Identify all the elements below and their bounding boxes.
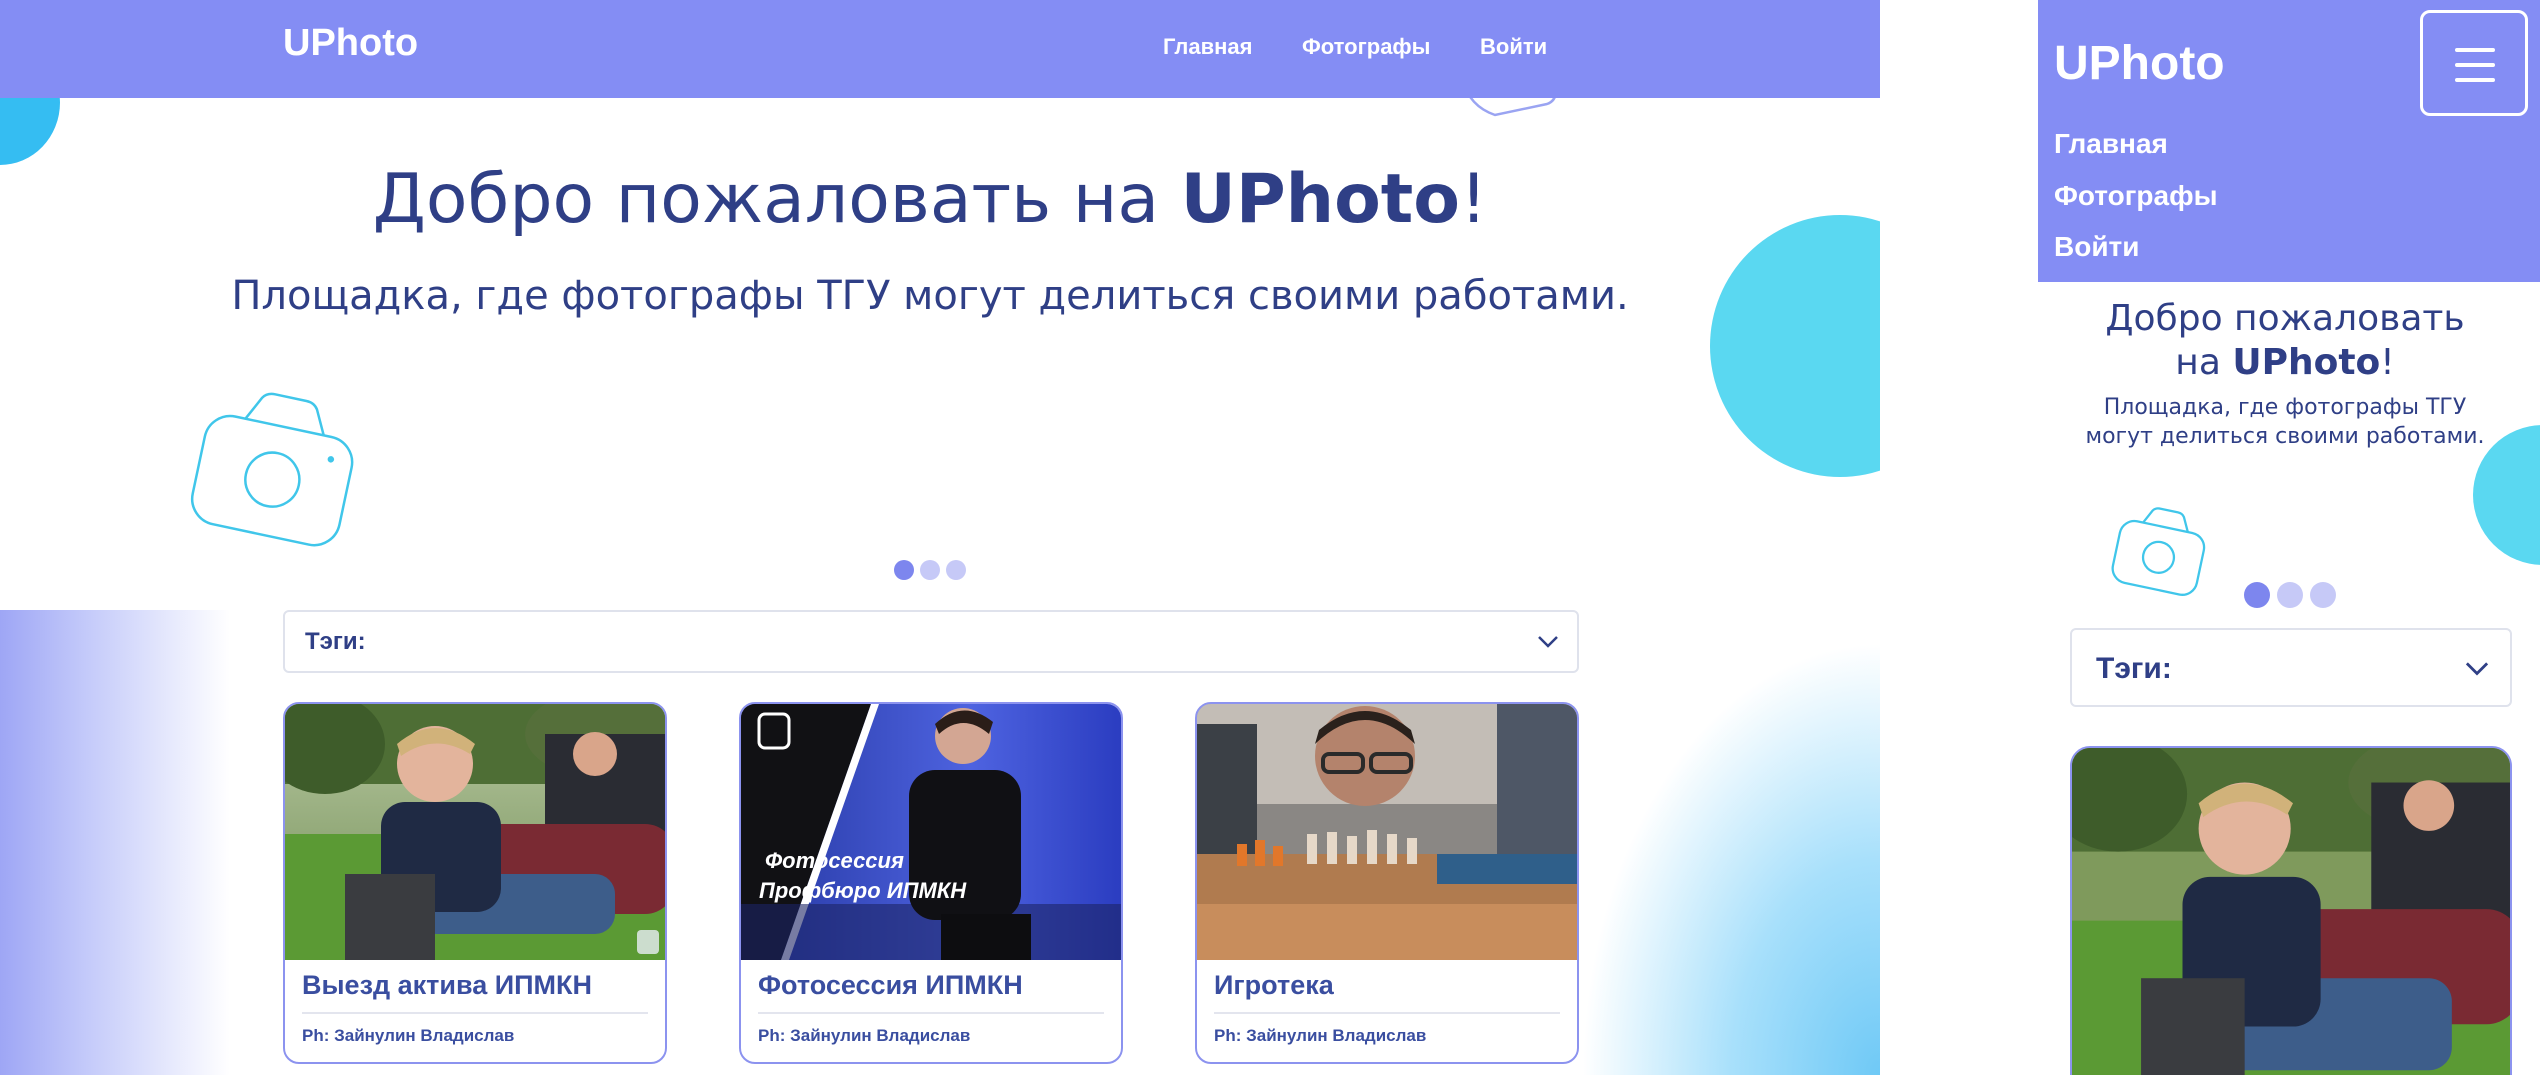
card-divider xyxy=(302,1012,648,1014)
album-photo-outdoor-group xyxy=(2072,748,2510,1075)
card-divider xyxy=(1214,1012,1560,1014)
hero-title: Добро пожаловать на UPhoto! xyxy=(2105,298,2465,383)
carousel-dot-2[interactable] xyxy=(920,560,940,580)
camera-outline-icon xyxy=(190,392,354,547)
card-title[interactable]: Выезд актива ИПМКН xyxy=(302,970,592,1001)
desktop-view: UPhoto Главная Фотографы Войти Добро пож… xyxy=(0,0,1880,1075)
nav-link-login[interactable]: Войти xyxy=(2054,231,2139,263)
nav-link-photographers[interactable]: Фотографы xyxy=(2054,180,2218,212)
chevron-down-icon xyxy=(2465,662,2489,676)
tags-label: Тэги: xyxy=(305,628,366,655)
card-credit: Ph: Зайнулин Владислав xyxy=(1214,1026,1427,1045)
album-card[interactable] xyxy=(2070,746,2512,1075)
mobile-view: UPhoto Главная Фотографы Войти Добро пож… xyxy=(2038,0,2540,1075)
brand-logo[interactable]: UPhoto xyxy=(2054,36,2225,91)
carousel-dot-3[interactable] xyxy=(2310,582,2336,608)
album-photo-studio-portrait: Фотосессия Профбюро ИПМКН xyxy=(741,704,1121,960)
mobile-navbar: UPhoto Главная Фотографы Войти xyxy=(2038,0,2540,282)
card-title[interactable]: Игротека xyxy=(1214,970,1334,1001)
hero-title: Добро пожаловать на UPhoto! xyxy=(372,160,1488,239)
hero-subtitle: Площадка, где фотографы ТГУ могут делить… xyxy=(231,273,1629,319)
brand-logo[interactable]: UPhoto xyxy=(283,22,418,65)
card-credit: Ph: Зайнулин Владислав xyxy=(302,1026,515,1045)
card-title[interactable]: Фотосессия ИПМКН xyxy=(758,970,1023,1001)
carousel-dot-3[interactable] xyxy=(946,560,966,580)
tags-dropdown[interactable]: Тэги: xyxy=(2070,628,2512,707)
album-photo-board-game xyxy=(1197,704,1577,960)
hamburger-menu-button[interactable] xyxy=(2420,10,2528,116)
hero-title-brand: UPhoto xyxy=(1180,160,1461,239)
hamburger-menu-icon xyxy=(2455,78,2495,82)
carousel-indicators xyxy=(2244,582,2336,608)
gradient-glow-right xyxy=(1580,640,1880,1075)
hero-subtitle: Площадка, где фотографы ТГУ могут делить… xyxy=(2085,395,2485,449)
album-card[interactable]: Игротека Ph: Зайнулин Владислав xyxy=(1195,702,1579,1064)
overlay-text-line1: Фотосессия xyxy=(765,848,904,873)
nav-link-photographers[interactable]: Фотографы xyxy=(1302,34,1430,60)
carousel-dot-1[interactable] xyxy=(894,560,914,580)
decor-circle-right xyxy=(1710,215,1880,477)
card-divider xyxy=(758,1012,1104,1014)
nav-link-login[interactable]: Войти xyxy=(1480,34,1547,60)
card-credit: Ph: Зайнулин Владислав xyxy=(758,1026,971,1045)
carousel-dot-2[interactable] xyxy=(2277,582,2303,608)
album-photo-outdoor-group xyxy=(285,704,665,960)
carousel-indicators xyxy=(894,560,966,580)
tags-dropdown[interactable]: Тэги: xyxy=(283,610,1579,673)
album-card[interactable]: Фотосессия Профбюро ИПМКН Фотосессия ИПМ… xyxy=(739,702,1123,1064)
hamburger-menu-icon xyxy=(2455,63,2495,67)
hamburger-menu-icon xyxy=(2455,48,2495,52)
camera-outline-icon xyxy=(2111,507,2206,596)
chevron-down-icon xyxy=(1538,636,1558,648)
nav-link-home[interactable]: Главная xyxy=(2054,128,2168,160)
overlay-text-line2: Профбюро ИПМКН xyxy=(759,878,967,903)
album-card[interactable]: Выезд актива ИПМКН Ph: Зайнулин Владисла… xyxy=(283,702,667,1064)
hero-title-brand: UPhoto xyxy=(2232,342,2381,383)
navbar: UPhoto Главная Фотографы Войти xyxy=(0,0,1880,98)
tags-label: Тэги: xyxy=(2096,652,2172,685)
gradient-glow-left xyxy=(0,610,230,1075)
carousel-dot-1[interactable] xyxy=(2244,582,2270,608)
nav-link-home[interactable]: Главная xyxy=(1163,34,1252,60)
